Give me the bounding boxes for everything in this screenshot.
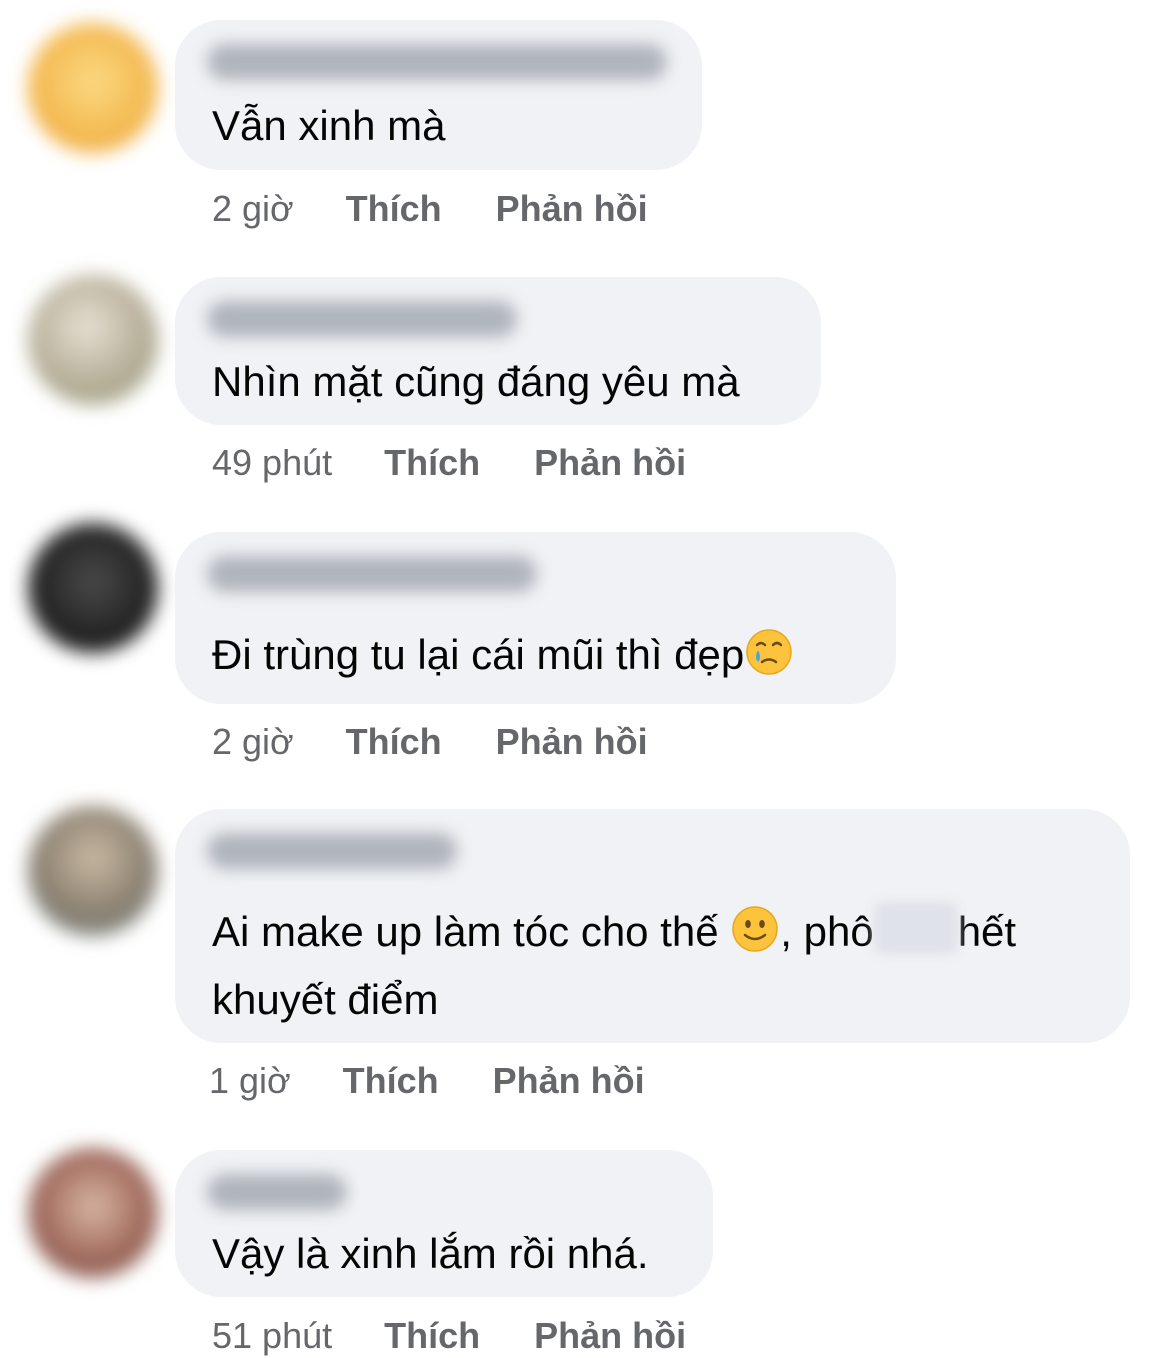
crying-face-icon — [746, 629, 793, 675]
reply-button[interactable]: Phản hồi — [496, 189, 648, 229]
avatar[interactable] — [28, 806, 158, 936]
slightly-smiling-face-icon — [732, 906, 779, 952]
author-name-redacted[interactable] — [207, 556, 537, 592]
comment-bubble: Vậy là xinh lắm rồi nhá. — [175, 1150, 713, 1297]
comment-actions: 51 phút Thích Phản hồi — [212, 1316, 740, 1356]
avatar[interactable] — [28, 23, 158, 153]
comment-actions: 1 giờ Thích Phản hồi — [209, 1061, 699, 1101]
comment-actions: 49 phút Thích Phản hồi — [212, 443, 740, 483]
comment-text: Ai make up làm tóc cho thế , phô hết — [212, 901, 1016, 963]
avatar[interactable] — [28, 523, 158, 653]
like-button[interactable]: Thích — [343, 1061, 439, 1101]
comment-text-content: , phô — [780, 908, 874, 955]
comment-actions: 2 giờ Thích Phản hồi — [212, 189, 702, 229]
avatar[interactable] — [28, 1148, 158, 1278]
author-name-redacted[interactable] — [207, 301, 517, 337]
reply-button[interactable]: Phản hồi — [534, 1316, 686, 1356]
comment-timestamp[interactable]: 2 giờ — [212, 722, 294, 762]
comment-text: Vậy là xinh lắm rồi nhá. — [212, 1230, 649, 1277]
comment-text: Nhìn mặt cũng đáng yêu mà — [212, 358, 740, 405]
comment-timestamp[interactable]: 2 giờ — [212, 189, 294, 229]
comment-timestamp[interactable]: 49 phút — [212, 443, 332, 483]
like-button[interactable]: Thích — [346, 189, 442, 229]
reply-button[interactable]: Phản hồi — [534, 443, 686, 483]
avatar[interactable] — [28, 275, 158, 405]
author-name-redacted[interactable] — [207, 44, 667, 80]
comment-timestamp[interactable]: 51 phút — [212, 1316, 332, 1356]
comment-text-content: Đi trùng tu lại cái mũi thì đẹp — [212, 631, 745, 678]
author-name-redacted[interactable] — [207, 1174, 347, 1210]
reply-button[interactable]: Phản hồi — [496, 722, 648, 762]
comment-bubble: Nhìn mặt cũng đáng yêu mà — [175, 277, 821, 425]
comment-text: Đi trùng tu lại cái mũi thì đẹp — [212, 624, 794, 686]
comment-text-content: Ai make up làm tóc cho thế — [212, 908, 719, 955]
comment-text-line2: khuyết điểm — [212, 976, 439, 1023]
censored-word — [873, 902, 958, 954]
like-button[interactable]: Thích — [384, 443, 480, 483]
like-button[interactable]: Thích — [346, 722, 442, 762]
comment-timestamp[interactable]: 1 giờ — [209, 1061, 291, 1101]
comment-text: Vẫn xinh mà — [212, 102, 446, 149]
comment-bubble: Đi trùng tu lại cái mũi thì đẹp — [175, 532, 896, 704]
comment-text-content: hết — [957, 908, 1017, 955]
like-button[interactable]: Thích — [384, 1316, 480, 1356]
comment-actions: 2 giờ Thích Phản hồi — [212, 722, 702, 762]
author-name-redacted[interactable] — [207, 833, 457, 869]
comment-bubble: Ai make up làm tóc cho thế , phô hết khuy… — [175, 809, 1130, 1043]
comment-bubble: Vẫn xinh mà — [175, 20, 702, 170]
reply-button[interactable]: Phản hồi — [493, 1061, 645, 1101]
